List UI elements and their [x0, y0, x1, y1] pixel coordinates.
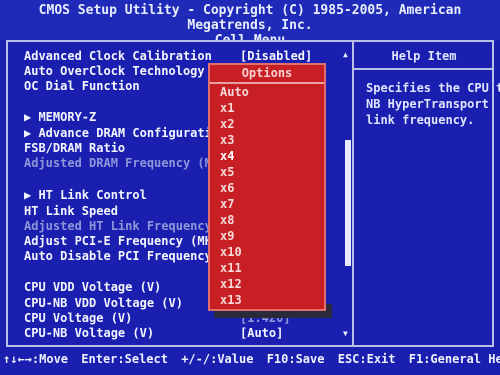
- option-x1[interactable]: x1: [220, 101, 234, 115]
- help-divider: [354, 68, 492, 70]
- menu-item-cpu-voltage[interactable]: CPU Voltage (V): [24, 311, 132, 325]
- bios-title: CMOS Setup Utility - Copyright (C) 1985-…: [38, 3, 462, 33]
- option-x12[interactable]: x12: [220, 277, 242, 291]
- scroll-down-arrow-icon[interactable]: ▼: [343, 329, 348, 338]
- option-x9[interactable]: x9: [220, 229, 234, 243]
- option-x5[interactable]: x5: [220, 165, 234, 179]
- help-title: Help Item: [391, 49, 457, 63]
- menu-item-auto-overclock[interactable]: Auto OverClock Technology: [24, 64, 205, 78]
- options-popup: Options Auto x1 x2 x3 x4 x5 x6 x7 x8 x9 …: [208, 63, 326, 311]
- menu-item-fsb-dram-ratio[interactable]: FSB/DRAM Ratio: [24, 141, 125, 155]
- hint-select: Enter:Select: [81, 352, 168, 366]
- menu-item-auto-disable-pci[interactable]: Auto Disable PCI Frequency: [24, 249, 212, 263]
- option-auto[interactable]: Auto: [220, 85, 249, 99]
- menu-item-ht-link-control[interactable]: ▶ HT Link Control: [24, 188, 147, 202]
- option-x2[interactable]: x2: [220, 117, 234, 131]
- option-x11[interactable]: x11: [220, 261, 242, 275]
- help-line-1: Specifies the CPU to: [366, 81, 500, 95]
- menu-item-adjusted-ht: Adjusted HT Link Frequency (: [24, 219, 227, 233]
- menu-item-cpu-vdd[interactable]: CPU VDD Voltage (V): [24, 280, 161, 294]
- option-x6[interactable]: x6: [220, 181, 234, 195]
- option-x7[interactable]: x7: [220, 197, 234, 211]
- menu-item-adjusted-dram: Adjusted DRAM Frequency (MHz: [24, 156, 227, 170]
- menu-item-adjust-pcie[interactable]: Adjust PCI-E Frequency (MHz): [24, 234, 226, 248]
- menu-item-advanced-clock-calibration[interactable]: Advanced Clock Calibration: [24, 49, 212, 63]
- hint-value: +/-/:Value: [181, 352, 254, 366]
- value-cpu-nb-voltage[interactable]: [Auto]: [240, 326, 283, 340]
- option-x13[interactable]: x13: [220, 293, 242, 307]
- popup-divider: [210, 82, 324, 84]
- option-x10[interactable]: x10: [220, 245, 242, 259]
- hint-help: F1:General Help: [408, 352, 500, 366]
- value-advanced-clock-calibration[interactable]: [Disabled]: [240, 49, 312, 63]
- scroll-up-arrow-icon[interactable]: ▲: [343, 50, 348, 59]
- title-bar: CMOS Setup Utility - Copyright (C) 1985-…: [0, 0, 500, 48]
- option-x8[interactable]: x8: [220, 213, 234, 227]
- status-bar: ↑↓←→:Move Enter:Select +/-/:Value F10:Sa…: [0, 352, 500, 366]
- help-line-2: NB HyperTransport: [366, 97, 489, 111]
- menu-item-memory-z[interactable]: ▶ MEMORY-Z: [24, 110, 96, 124]
- option-x4-selected[interactable]: x4: [220, 149, 234, 163]
- help-line-3: link frequency.: [366, 113, 475, 127]
- hint-exit: ESC:Exit: [337, 352, 396, 366]
- scrollbar-thumb[interactable]: [345, 140, 351, 266]
- menu-item-oc-dial[interactable]: OC Dial Function: [24, 79, 140, 93]
- menu-item-advance-dram[interactable]: ▶ Advance DRAM Configuration: [24, 126, 226, 140]
- menu-item-ht-link-speed[interactable]: HT Link Speed: [24, 204, 118, 218]
- popup-title: Options: [241, 66, 293, 80]
- hint-move: ↑↓←→:Move: [3, 352, 69, 366]
- menu-item-cpu-nb-voltage[interactable]: CPU-NB Voltage (V): [24, 326, 154, 340]
- panel-divider: [352, 40, 354, 347]
- option-x3[interactable]: x3: [220, 133, 234, 147]
- hint-save: F10:Save: [266, 352, 325, 366]
- menu-item-cpu-nb-vdd[interactable]: CPU-NB VDD Voltage (V): [24, 296, 183, 310]
- help-text: Specifies the CPU to NB HyperTransport l…: [366, 80, 500, 128]
